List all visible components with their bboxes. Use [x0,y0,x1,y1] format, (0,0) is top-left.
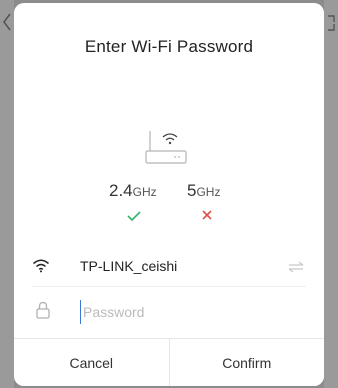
lock-icon [36,301,50,319]
cancel-button[interactable]: Cancel [14,339,169,386]
band-2-4ghz-label: 2.4GHz [109,181,157,201]
wifi-password-dialog: Enter Wi-Fi Password 2.4GHz 5GHz TP-LINK… [14,3,324,386]
dialog-title: Enter Wi-Fi Password [84,37,254,56]
confirm-button[interactable]: Confirm [168,339,324,386]
background-right-edge [324,0,338,388]
background-left-edge [0,0,14,388]
password-input[interactable] [80,300,280,324]
router-wifi-icon [145,131,187,164]
switch-network-icon[interactable] [288,261,304,273]
band-2-4ghz-unit: GHz [132,185,157,199]
dialog-footer: Cancel Confirm [14,338,324,386]
wifi-icon [33,259,49,273]
band-5ghz-unit: GHz [196,185,221,199]
network-ssid: TP-LINK_ceishi [80,258,178,274]
band-5ghz-label: 5GHz [187,181,220,201]
back-chevron-icon [3,13,11,31]
cross-icon [202,210,212,220]
check-icon [127,211,141,222]
password-row [32,293,306,333]
background-edge-icon [328,15,335,31]
band-2-4ghz-value: 2.4 [109,181,133,200]
network-row: TP-LINK_ceishi [32,247,306,287]
